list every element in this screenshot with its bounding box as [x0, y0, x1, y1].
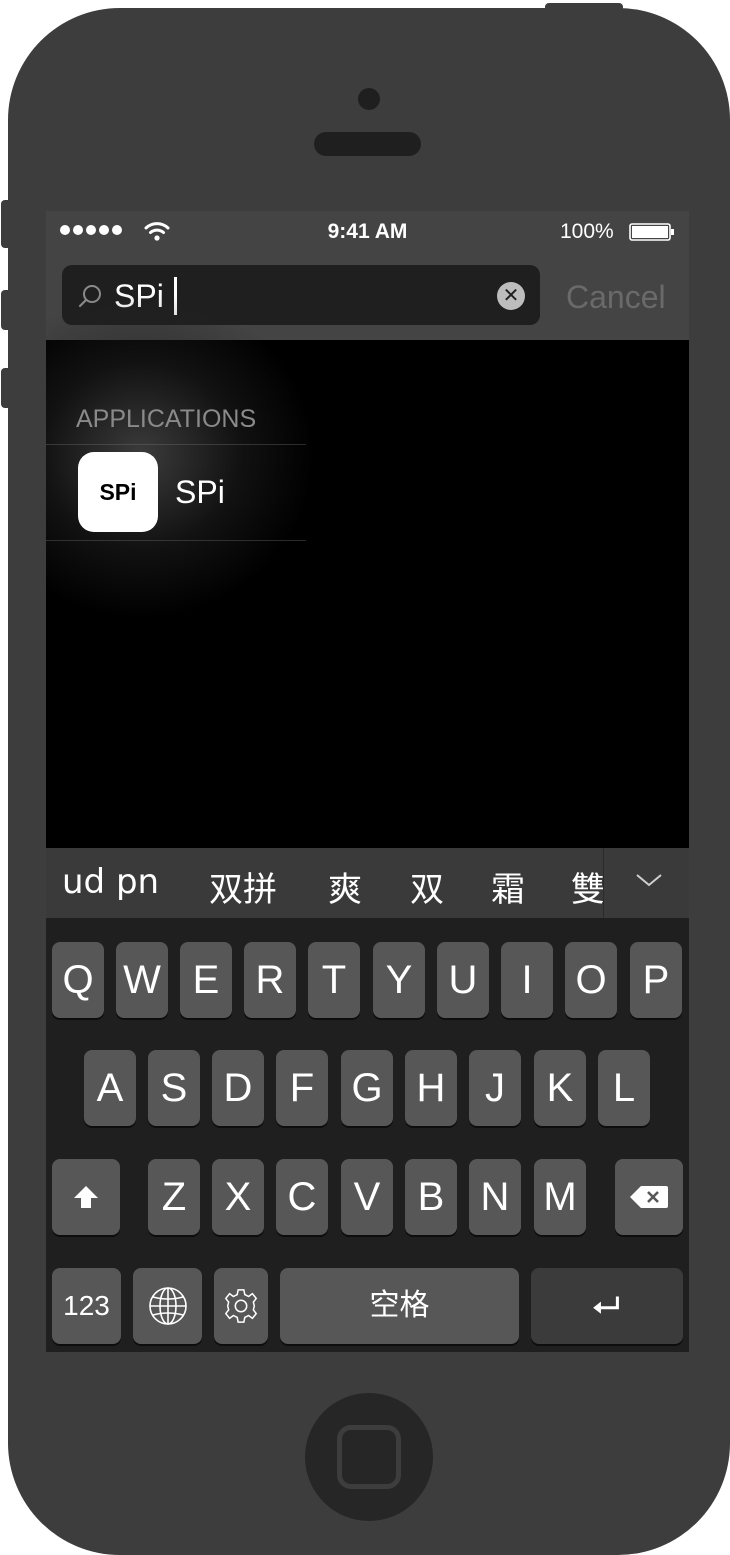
backspace-icon: [630, 1186, 668, 1208]
app-icon-spi: SPi: [78, 452, 158, 532]
key-h[interactable]: H: [405, 1050, 457, 1126]
key-r[interactable]: R: [244, 942, 296, 1018]
battery-icon: [629, 223, 674, 241]
key-b[interactable]: B: [405, 1159, 457, 1235]
key-t[interactable]: T: [308, 942, 360, 1018]
key-d[interactable]: D: [212, 1050, 264, 1126]
globe-icon: [148, 1287, 187, 1325]
search-results: APPLICATIONS SPi SPi: [46, 290, 689, 848]
numbers-key[interactable]: 123: [52, 1268, 121, 1344]
settings-key[interactable]: [214, 1268, 268, 1344]
candidate-item[interactable]: ud pn: [62, 862, 159, 902]
return-icon: [593, 1296, 619, 1314]
key-l[interactable]: L: [598, 1050, 650, 1126]
key-w[interactable]: W: [116, 942, 168, 1018]
screen: 9:41 AM 100% SPi ✕ Cancel APPLICATIONS S…: [46, 211, 689, 1352]
candidate-item[interactable]: 霜: [491, 862, 525, 911]
home-button[interactable]: [305, 1393, 433, 1521]
key-j[interactable]: J: [469, 1050, 521, 1126]
key-g[interactable]: G: [341, 1050, 393, 1126]
gear-icon: [224, 1289, 258, 1323]
earpiece-speaker: [314, 132, 421, 156]
globe-key[interactable]: [133, 1268, 202, 1344]
key-k[interactable]: K: [534, 1050, 586, 1126]
key-i[interactable]: I: [501, 942, 553, 1018]
status-bar: 9:41 AM 100%: [46, 211, 689, 251]
key-f[interactable]: F: [276, 1050, 328, 1126]
result-item-spi[interactable]: SPi SPi: [46, 444, 346, 539]
key-p[interactable]: P: [630, 942, 682, 1018]
chevron-down-icon: [636, 874, 662, 887]
key-y[interactable]: Y: [373, 942, 425, 1018]
candidate-bar: ud pn 双拼 爽 双 霜 雙: [46, 848, 689, 918]
candidate-item[interactable]: 双: [410, 862, 444, 911]
battery-percent: 100%: [560, 220, 614, 243]
key-a[interactable]: A: [84, 1050, 136, 1126]
section-header-applications: APPLICATIONS: [76, 405, 257, 433]
candidate-item[interactable]: 爽: [328, 862, 362, 911]
key-s[interactable]: S: [148, 1050, 200, 1126]
candidate-item[interactable]: 雙: [571, 862, 605, 911]
key-e[interactable]: E: [180, 942, 232, 1018]
key-z[interactable]: Z: [148, 1159, 200, 1235]
key-c[interactable]: C: [276, 1159, 328, 1235]
key-x[interactable]: X: [212, 1159, 264, 1235]
return-key[interactable]: [531, 1268, 683, 1344]
candidate-item[interactable]: 双拼: [209, 862, 277, 911]
key-o[interactable]: O: [565, 942, 617, 1018]
key-n[interactable]: N: [469, 1159, 521, 1235]
shift-icon: [74, 1186, 98, 1208]
app-name: SPi: [175, 474, 225, 510]
key-u[interactable]: U: [437, 942, 489, 1018]
clear-icon[interactable]: ✕: [497, 282, 525, 310]
shift-key[interactable]: [52, 1159, 120, 1235]
space-key[interactable]: 空格: [280, 1268, 519, 1344]
cancel-button[interactable]: Cancel: [566, 279, 666, 316]
keyboard: Q W E R T Y U I O P A S D F G H J K L Z …: [46, 918, 689, 1352]
divider: [46, 540, 306, 541]
front-camera: [358, 88, 380, 110]
key-v[interactable]: V: [341, 1159, 393, 1235]
key-q[interactable]: Q: [52, 942, 104, 1018]
expand-candidates-button[interactable]: [603, 848, 689, 918]
delete-key[interactable]: [615, 1159, 683, 1235]
home-button-square: [337, 1425, 401, 1489]
key-m[interactable]: M: [534, 1159, 586, 1235]
